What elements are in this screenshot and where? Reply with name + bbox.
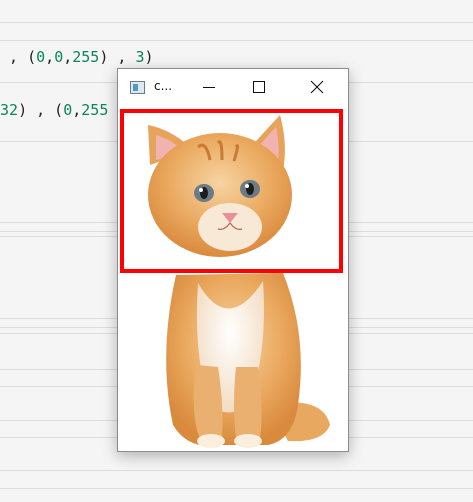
editor-line-divider (0, 22, 473, 23)
window-titlebar[interactable]: c... (118, 69, 348, 105)
code-text: ) , (99, 48, 136, 66)
code-number: 255 (72, 48, 100, 66)
code-text: , (72, 101, 82, 119)
minimize-button[interactable] (186, 69, 232, 105)
code-number: 0 (36, 48, 46, 66)
close-button[interactable] (294, 69, 340, 105)
code-number: 0 (54, 48, 64, 66)
editor-line-divider (0, 488, 473, 489)
code-text: ) (144, 48, 154, 66)
code-text: , ( (0, 48, 37, 66)
editor-line-divider (0, 470, 473, 471)
app-window-icon (130, 81, 145, 94)
code-text: ) , ( (18, 101, 64, 119)
code-text: , (63, 48, 73, 66)
detection-rectangle (120, 109, 343, 273)
code-number: 0 (63, 101, 73, 119)
image-canvas (118, 105, 348, 451)
maximize-button[interactable] (236, 69, 282, 105)
code-text: , (45, 48, 55, 66)
window-title: c... (154, 79, 173, 93)
code-number: 255 (81, 101, 109, 119)
maximize-icon (253, 81, 265, 93)
code-number: 3 (135, 48, 145, 66)
close-icon (310, 80, 324, 94)
editor-line-divider (0, 40, 473, 41)
image-viewer-window[interactable]: c... (117, 68, 349, 452)
code-number: 32 (0, 101, 19, 119)
minimize-icon (203, 87, 215, 88)
code-line-rectangle-args-2[interactable]: 32) , (0,255 (0, 101, 108, 119)
code-line-rectangle-args[interactable]: , (0,0,255) , 3) (0, 48, 154, 66)
